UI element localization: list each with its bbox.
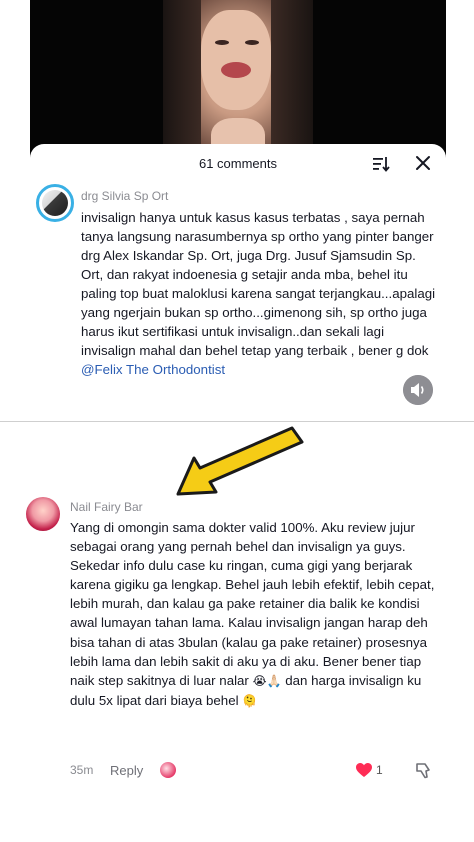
avatar[interactable]	[26, 497, 60, 531]
comments-sheet: 61 comments drg Silvia Sp Ort invisalign…	[30, 144, 446, 421]
emoji: 🫠	[242, 693, 258, 708]
video-player[interactable]	[30, 0, 446, 160]
section-divider	[0, 421, 474, 422]
person-face	[201, 10, 271, 110]
video-frame	[163, 0, 313, 160]
dislike-icon[interactable]	[414, 761, 432, 779]
creator-liked-avatar	[160, 762, 176, 778]
emoji: 😭🙏🏻	[252, 673, 282, 688]
heart-icon[interactable]	[355, 762, 373, 778]
close-icon[interactable]	[414, 154, 432, 172]
speaker-mute-icon[interactable]	[403, 375, 433, 405]
comment-author[interactable]: drg Silvia Sp Ort	[81, 189, 168, 203]
yellow-arrow-annotation	[176, 426, 304, 496]
reply-button[interactable]: Reply	[110, 763, 143, 778]
comment-author[interactable]: Nail Fairy Bar	[70, 500, 143, 514]
mention-link[interactable]: @Felix The Orthodontist	[81, 362, 225, 377]
like-count: 1	[376, 763, 383, 777]
avatar[interactable]	[36, 184, 74, 222]
comment-text: invisalign hanya untuk kasus kasus terba…	[81, 210, 436, 377]
sort-icon[interactable]	[372, 155, 390, 173]
comments-header: 61 comments	[30, 144, 446, 184]
comment-text: Yang di omongin sama dokter valid 100%. …	[70, 520, 435, 708]
comment-timestamp: 35m	[70, 763, 94, 777]
